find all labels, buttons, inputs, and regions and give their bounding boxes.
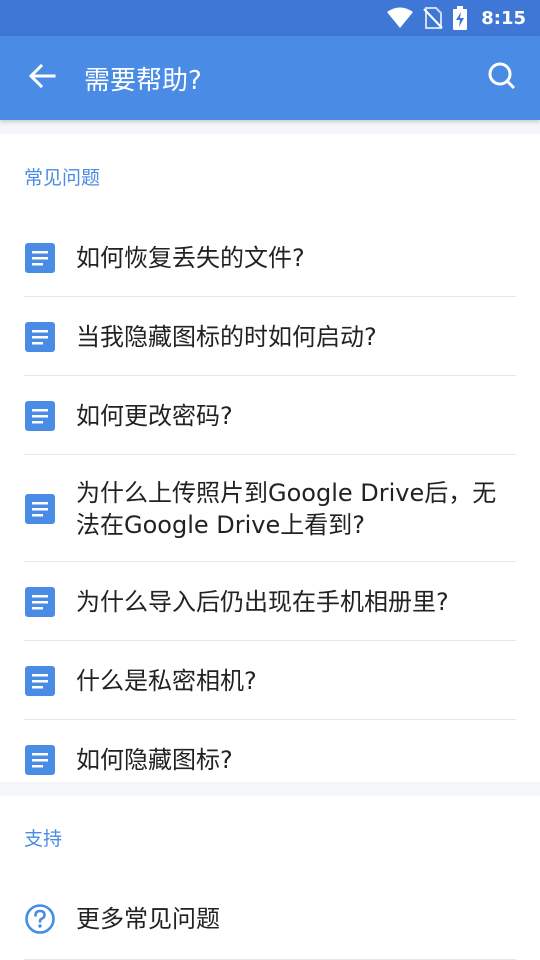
faq-item-hide-icon[interactable]: 如何隐藏图标?	[0, 720, 540, 799]
status-bar: 8:15	[0, 0, 540, 36]
support-section-header: 支持	[24, 827, 63, 850]
list-item-label: 为什么导入后仍出现在手机相册里?	[76, 587, 449, 616]
list-item-label: 更多常见问题	[76, 905, 220, 933]
question-circle-icon	[24, 903, 76, 935]
list-item-label: 如何隐藏图标?	[76, 745, 233, 774]
battery-charging-icon	[453, 6, 468, 30]
back-button[interactable]	[0, 36, 84, 120]
faq-item-launch-hidden-icon[interactable]: 当我隐藏图标的时如何启动?	[0, 297, 540, 376]
support-item-more-faq[interactable]: 更多常见问题	[0, 878, 540, 960]
document-icon	[24, 400, 76, 432]
document-icon	[24, 744, 76, 776]
document-icon	[24, 665, 76, 697]
document-icon	[24, 493, 76, 525]
list-item-label: 什么是私密相机?	[76, 666, 257, 695]
search-button[interactable]	[464, 36, 540, 120]
list-item-label: 当我隐藏图标的时如何启动?	[76, 322, 377, 351]
search-icon	[487, 61, 517, 95]
faq-item-google-drive-upload[interactable]: 为什么上传照片到Google Drive后，无法在Google Drive上看到…	[0, 455, 540, 562]
list-item-label: 如何更改密码?	[76, 401, 233, 430]
faq-item-recover-files[interactable]: 如何恢复丢失的文件?	[0, 218, 540, 297]
document-icon	[24, 321, 76, 353]
list-item-label: 为什么上传照片到Google Drive后，无法在Google Drive上看到…	[76, 478, 497, 539]
page-title: 需要帮助?	[84, 65, 202, 96]
document-icon	[24, 242, 76, 274]
status-time: 8:15	[481, 7, 526, 29]
app-bar: 需要帮助?	[0, 36, 540, 120]
faq-section: 常见问题 如何恢复丢失的文件? 当我隐藏图标的时如何启动? 如何更改密码? 为什…	[0, 134, 540, 782]
wifi-icon	[387, 7, 414, 29]
faq-item-import-gallery[interactable]: 为什么导入后仍出现在手机相册里?	[0, 562, 540, 641]
faq-section-header: 常见问题	[24, 166, 101, 189]
faq-item-private-camera[interactable]: 什么是私密相机?	[0, 641, 540, 720]
support-section: 支持 更多常见问题	[0, 796, 540, 960]
arrow-left-icon	[28, 62, 56, 94]
list-item-label: 如何恢复丢失的文件?	[76, 243, 305, 272]
document-icon	[24, 586, 76, 618]
no-sim-icon	[423, 7, 443, 29]
faq-item-change-password[interactable]: 如何更改密码?	[0, 376, 540, 455]
